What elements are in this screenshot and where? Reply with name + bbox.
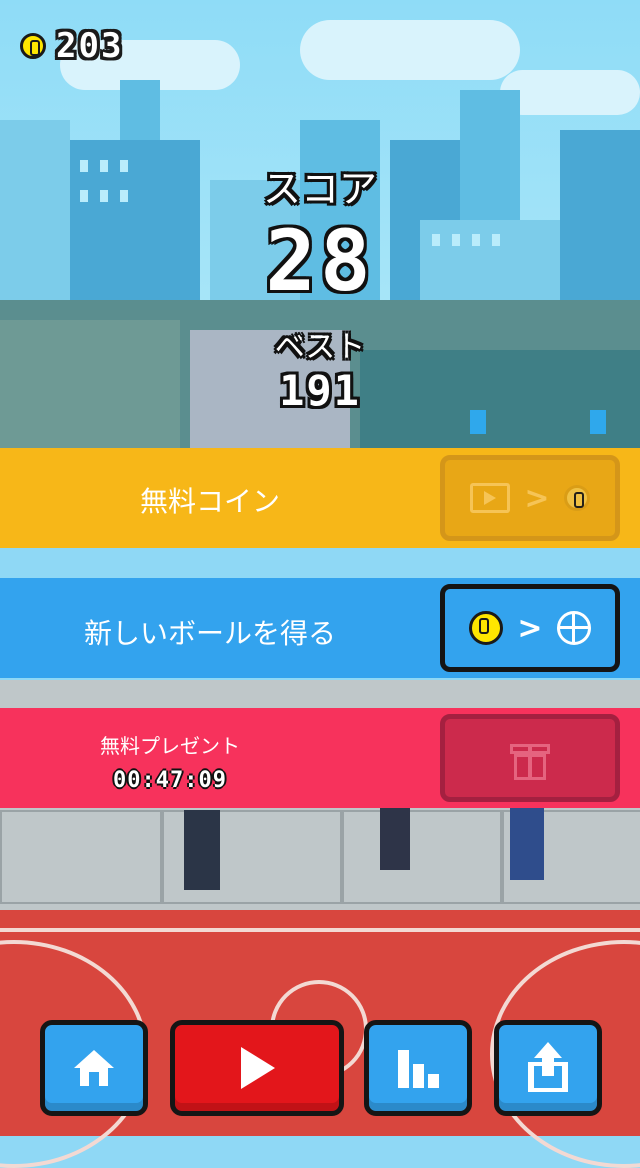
coin-counter: 203: [20, 26, 123, 66]
free-coin-label: 無料コイン: [139, 485, 280, 518]
new-ball-button[interactable]: >: [440, 584, 620, 672]
free-gift-timer: 00:47:09: [113, 768, 227, 793]
best-label: ベスト: [274, 330, 366, 365]
score-label: スコア: [262, 167, 377, 211]
pedestrian: [184, 810, 220, 890]
best-value: 191: [279, 366, 361, 415]
play-icon: [241, 1047, 275, 1089]
coin-icon: [563, 485, 590, 511]
coin-icon: [20, 33, 46, 59]
free-gift-button[interactable]: [440, 714, 620, 802]
ball-icon: [556, 611, 591, 645]
chevron-right-icon: >: [524, 480, 550, 516]
play-button[interactable]: [170, 1020, 344, 1116]
score-value: 28: [265, 212, 375, 310]
new-ball-label: 新しいボールを得る: [83, 617, 336, 650]
share-button[interactable]: [494, 1020, 602, 1116]
leaderboard-button[interactable]: [364, 1020, 472, 1116]
home-icon: [74, 1050, 114, 1086]
chevron-right-icon: >: [517, 610, 543, 646]
home-button[interactable]: [40, 1020, 148, 1116]
coin-count: 203: [56, 26, 124, 66]
cloud: [500, 70, 640, 115]
share-icon: [528, 1042, 568, 1092]
free-gift-label: 無料プレゼント: [100, 734, 240, 758]
pedestrian: [510, 800, 544, 880]
coin-icon: [469, 611, 504, 645]
gift-icon: [510, 736, 550, 780]
video-icon: [470, 483, 511, 513]
bar-chart-icon: [398, 1050, 439, 1088]
pedestrian: [380, 800, 410, 870]
cloud: [300, 20, 520, 80]
free-coin-button[interactable]: >: [440, 455, 620, 541]
